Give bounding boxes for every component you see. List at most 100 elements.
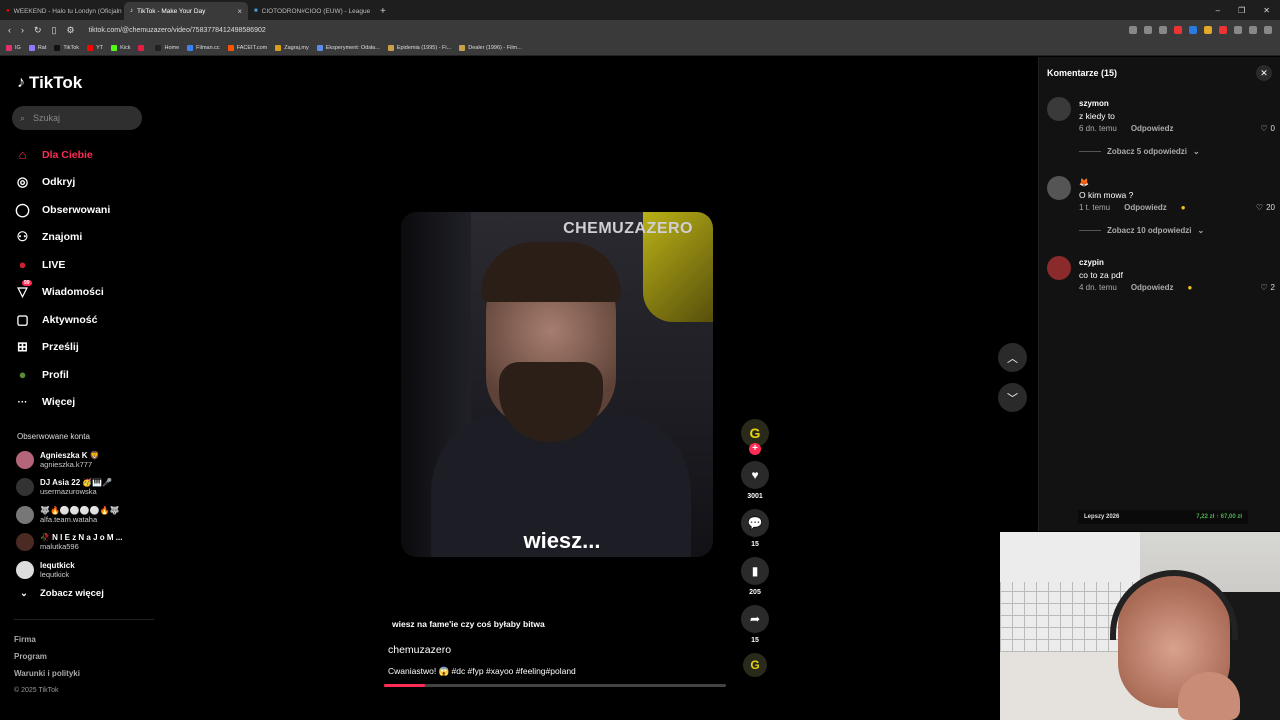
comment-like-button[interactable]: ♡ 0 <box>1260 124 1275 133</box>
close-icon[interactable]: × <box>237 7 242 16</box>
bookmark-item[interactable]: Kick <box>111 44 130 51</box>
search-input[interactable]: ⌕ Szukaj <box>12 106 142 130</box>
comment-user[interactable]: czypin <box>1079 256 1275 269</box>
nav-item-live[interactable]: ● LIVE <box>14 251 110 279</box>
gift-icon[interactable]: ● <box>1181 203 1186 212</box>
restore-icon[interactable]: ❐ <box>1238 6 1245 15</box>
nav-item-friends[interactable]: ⚇ Znajomi <box>14 224 110 252</box>
forward-icon[interactable]: › <box>21 25 24 36</box>
following-account[interactable]: lequtkick lequtkick <box>16 556 122 584</box>
following-account[interactable]: DJ Asia 22 🥳🎹🎤 usermazurowska <box>16 474 122 502</box>
next-video-button[interactable]: ﹀ <box>998 383 1027 412</box>
extension-icon[interactable] <box>1234 26 1242 34</box>
comment-like-button[interactable]: ♡ 20 <box>1256 203 1275 212</box>
tiktok-logo[interactable]: ♪ TikTok <box>17 73 82 93</box>
following-accounts-title: Obserwowane konta <box>17 432 90 441</box>
bookmark-item[interactable] <box>138 44 147 51</box>
bookmark-item[interactable]: Home <box>155 44 179 51</box>
browser-tab-2[interactable]: ♪ TikTok - Make Your Day × <box>124 2 248 20</box>
account-username: alfa.team.wataha <box>40 514 98 524</box>
close-window-icon[interactable]: ✕ <box>1263 6 1270 15</box>
bookmark-icon[interactable]: ▯ <box>52 25 57 36</box>
sound-disc-icon[interactable]: G <box>743 653 767 677</box>
view-replies-button[interactable]: Zobacz 5 odpowiedzi ⌄ <box>1079 147 1275 156</box>
footer-link-terms[interactable]: Warunki i polityki <box>14 665 80 682</box>
bookmark-item[interactable]: Zagraj.my <box>275 44 309 51</box>
footer-link-program[interactable]: Program <box>14 648 80 665</box>
extensions-bar <box>1129 26 1280 34</box>
follow-plus-icon[interactable]: + <box>749 443 761 455</box>
bookmark-item[interactable]: YT <box>87 44 103 51</box>
profile-icon: ● <box>18 367 27 383</box>
video-progress-bar[interactable] <box>384 684 726 687</box>
bookmark-item[interactable]: TikTok <box>54 44 79 51</box>
view-replies-button[interactable]: Zobacz 10 odpowiedzi ⌄ <box>1079 226 1275 235</box>
reply-button[interactable]: Odpowiedz <box>1131 283 1174 292</box>
nav-item-for-you[interactable]: ⌂ Dla Ciebie <box>14 141 110 169</box>
following-account[interactable]: 🥀 N I E z N a J o M ... malutka596 <box>16 529 122 557</box>
bookmark-item[interactable]: Rat <box>28 44 46 51</box>
nav-item-messages[interactable]: ▽ 99 Wiadomości <box>14 279 110 307</box>
live-icon: ● <box>18 257 27 273</box>
bookmark-item[interactable]: IG <box>6 44 21 51</box>
video-player[interactable]: CHEMUZAZERO wiesz... <box>401 212 713 557</box>
see-more-button[interactable]: ⌄ Zobacz więcej <box>20 588 122 599</box>
bookmark-item[interactable]: Dealer (1996) - Film... <box>459 44 522 51</box>
extension-icon[interactable] <box>1129 26 1137 34</box>
gift-icon[interactable]: ● <box>1187 283 1192 292</box>
comment-like-button[interactable]: ♡ 2 <box>1260 283 1275 292</box>
messages-badge: 99 <box>22 279 32 286</box>
share-button[interactable]: ➦ <box>741 605 769 633</box>
avatar[interactable] <box>1047 256 1071 280</box>
url-field[interactable]: tiktok.com/@chemuzazero/video/7583778412… <box>89 27 266 34</box>
video-author[interactable]: chemuzazero <box>388 644 451 656</box>
tab-label: TikTok - Make Your Day <box>137 7 206 15</box>
footer-link-company[interactable]: Firma <box>14 631 80 648</box>
nav-item-explore[interactable]: ◎ Odkryj <box>14 169 110 197</box>
bookmark-item[interactable]: Eksperyment: Odsła... <box>316 44 380 51</box>
comment-user[interactable]: 🦊 <box>1079 176 1275 189</box>
save-button[interactable]: ▮ <box>741 557 769 585</box>
comment-button[interactable]: 💬 <box>741 509 769 537</box>
minimize-icon[interactable]: – <box>1216 6 1220 15</box>
extension-icon[interactable] <box>1189 26 1197 34</box>
like-count: 3001 <box>747 493 763 500</box>
nav-item-activity[interactable]: ▢ Aktywność <box>14 306 110 334</box>
browser-tab-3[interactable]: ■CIOTODRON#CIOO (EUW) - League× <box>248 2 372 20</box>
menu-icon[interactable] <box>1264 26 1272 34</box>
extension-icon[interactable] <box>1204 26 1212 34</box>
following-accounts-list: Agnieszka K 🦁 agnieszka.k777 DJ Asia 22 🥳… <box>16 446 122 599</box>
close-icon: ✕ <box>1260 67 1268 78</box>
address-bar-row: ‹ › ↻ ▯ ⚙ tiktok.com/@chemuzazero/video/… <box>0 20 1280 40</box>
extension-icon[interactable] <box>1219 26 1227 34</box>
bookmark-item[interactable]: FACEIT.com <box>227 44 267 51</box>
reply-button[interactable]: Odpowiedz <box>1131 124 1174 133</box>
reply-button[interactable]: Odpowiedz <box>1124 203 1167 212</box>
nav-item-profile[interactable]: ● Profil <box>14 361 110 389</box>
chevron-down-icon: ⌄ <box>1193 147 1200 156</box>
nav-item-more[interactable]: ··· Więcej <box>14 389 110 417</box>
browser-tab-1[interactable]: ●WEEKEND - Halo tu Londyn (Oficjaln× <box>0 2 124 20</box>
creator-avatar[interactable]: G + <box>741 419 769 455</box>
avatar[interactable] <box>1047 97 1071 121</box>
following-account[interactable]: 🐺🔥⚪⚪⚪⚪🔥🐺 alfa.team.wataha <box>16 501 122 529</box>
nav-item-upload[interactable]: ⊞ Prześlij <box>14 334 110 362</box>
bookmark-item[interactable]: Epidemia (1995) - Fi... <box>387 44 451 51</box>
previous-video-button[interactable]: ︿ <box>998 343 1027 372</box>
extension-icon[interactable] <box>1174 26 1182 34</box>
avatar[interactable] <box>1047 176 1071 200</box>
reload-icon[interactable]: ↻ <box>34 25 42 36</box>
back-icon[interactable]: ‹ <box>8 25 11 36</box>
nav-item-following[interactable]: ◯ Obserwowani <box>14 196 110 224</box>
new-tab-button[interactable]: + <box>372 6 394 20</box>
bookmark-item[interactable]: Filman.cc <box>187 44 220 51</box>
extension-icon[interactable] <box>1159 26 1167 34</box>
extension-icon[interactable] <box>1144 26 1152 34</box>
close-comments-button[interactable]: ✕ <box>1256 65 1272 81</box>
like-button[interactable]: ♥ <box>741 461 769 489</box>
site-settings-icon[interactable]: ⚙ <box>67 25 75 36</box>
account-username: malutka596 <box>40 542 79 552</box>
following-account[interactable]: Agnieszka K 🦁 agnieszka.k777 <box>16 446 122 474</box>
extension-icon[interactable] <box>1249 26 1257 34</box>
comment-user[interactable]: szymon <box>1079 97 1275 110</box>
